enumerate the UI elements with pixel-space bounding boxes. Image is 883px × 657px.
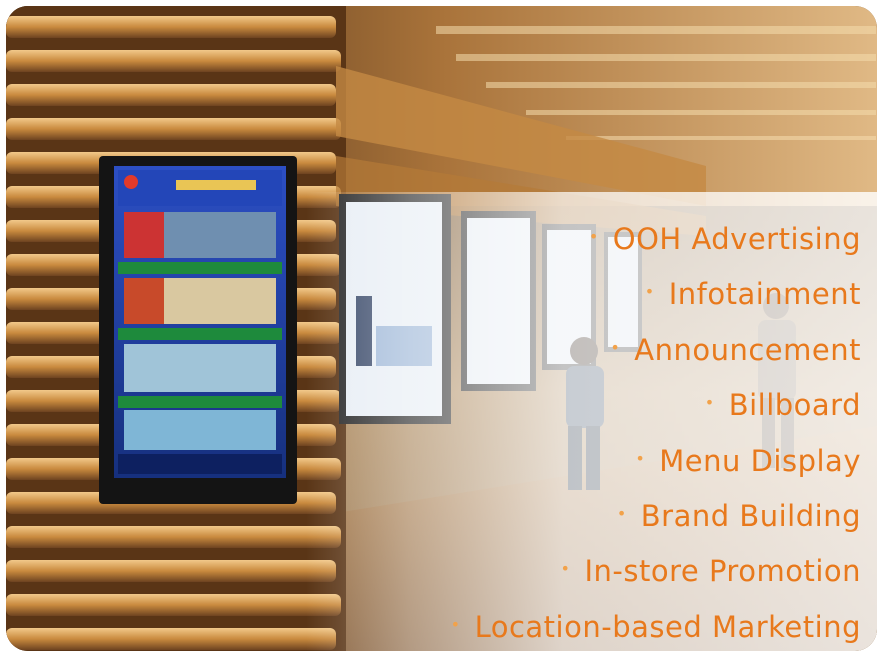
feature-label: OOH Advertising <box>612 222 861 256</box>
feature-label: Announcement <box>634 332 861 367</box>
feature-label: Billboard <box>728 388 861 423</box>
feature-label: Brand Building <box>640 498 861 533</box>
feature-label: In-store Promotion <box>584 554 861 589</box>
feature-item: • Billboard <box>451 382 861 437</box>
feature-item: • Announcement <box>451 327 861 382</box>
feature-item: • Infotainment <box>451 271 861 326</box>
bullet-icon: • <box>610 337 621 357</box>
feature-label: Infotainment <box>668 277 861 312</box>
feature-item: • Brand Building <box>451 493 861 548</box>
bullet-icon: • <box>635 448 646 468</box>
bullet-icon: • <box>450 614 461 634</box>
bullet-icon: • <box>560 559 571 579</box>
bullet-icon: • <box>616 503 627 523</box>
bullet-icon: • <box>704 393 715 413</box>
feature-item: • In-store Promotion <box>451 548 861 603</box>
feature-item: • Menu Display <box>451 438 861 493</box>
feature-label: Location-based Marketing <box>474 609 861 644</box>
feature-item: • OOH Advertising <box>451 216 861 271</box>
feature-item: • Location-based Marketing <box>451 604 861 651</box>
feature-list: • OOH Advertising • Infotainment • Announce… <box>451 216 861 651</box>
digital-signage-screen <box>99 156 297 504</box>
feature-label: Menu Display <box>659 443 861 478</box>
bullet-icon: • <box>644 282 655 302</box>
bullet-icon: • <box>588 227 599 246</box>
photo-frame: • OOH Advertising • Infotainment • Announce… <box>6 6 877 651</box>
